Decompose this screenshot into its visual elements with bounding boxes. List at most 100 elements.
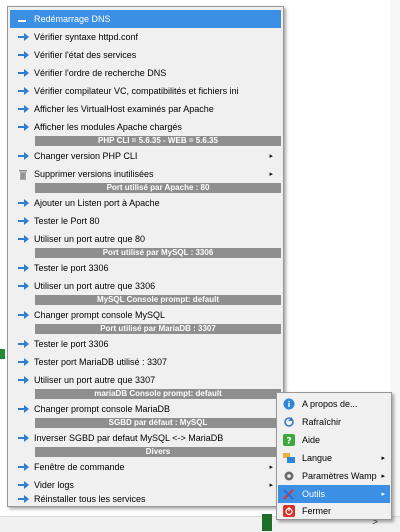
menu-item-label: Fenêtre de commande xyxy=(34,462,125,472)
submenu-arrow-icon: ▸ xyxy=(269,153,273,160)
menu-item-label: Tester port MariaDB utilisé : 3307 xyxy=(34,357,168,367)
tray-item-fermer[interactable]: Fermer xyxy=(278,503,390,518)
submenu-arrow-icon: ▸ xyxy=(269,482,273,489)
section-header-divers: Divers xyxy=(35,447,281,457)
menu-item-label: Afficher les modules Apache chargés xyxy=(34,122,182,132)
tray-item-label: Outils xyxy=(302,489,326,499)
arrow-icon xyxy=(16,51,30,59)
menu-item-label: Inverser SGBD par defaut MySQL <-> Maria… xyxy=(34,433,224,443)
menu-item-verifier-syntaxe[interactable]: Vérifier syntaxe httpd.conf xyxy=(10,28,281,46)
arrow-icon xyxy=(16,405,30,413)
arrow-icon xyxy=(16,87,30,95)
taskbar-app-indicator[interactable] xyxy=(262,514,272,531)
arrow-icon xyxy=(16,152,30,160)
menu-item-tester-port-3306[interactable]: Tester le port 3306 xyxy=(10,259,281,277)
tray-item-langue[interactable]: Langue ▸ xyxy=(278,449,390,467)
menu-item-reinstaller-services[interactable]: Réinstaller tous les services xyxy=(10,494,281,504)
arrow-icon xyxy=(16,199,30,207)
trash-icon xyxy=(16,169,30,180)
arrow-icon xyxy=(16,235,30,243)
menu-item-verifier-compilateur[interactable]: Vérifier compilateur VC, compatibilités … xyxy=(10,82,281,100)
section-header-mariadb-prompt: mariaDB Console prompt: default xyxy=(35,389,281,399)
arrow-icon xyxy=(16,217,30,225)
menu-item-label: Vérifier compilateur VC, compatibilités … xyxy=(34,86,239,96)
menu-item-ajouter-listen[interactable]: Ajouter un Listen port à Apache xyxy=(10,194,281,212)
menu-item-vider-logs[interactable]: Vider logs ▸ xyxy=(10,476,281,494)
menu-item-label: Redémarrage DNS xyxy=(34,14,111,24)
menu-item-tester-port-3306-mariadb[interactable]: Tester le port 3306 xyxy=(10,335,281,353)
menu-item-label: Afficher les VirtualHost examinés par Ap… xyxy=(34,104,214,114)
menu-item-redemarrage-dns[interactable]: Redémarrage DNS xyxy=(10,10,281,28)
menu-item-afficher-modules[interactable]: Afficher les modules Apache chargés xyxy=(10,118,281,136)
section-header-php: PHP CLI = 5.6.35 - WEB = 5.6.35 xyxy=(35,136,281,146)
settings-icon xyxy=(282,470,296,482)
menu-item-tester-port-80[interactable]: Tester le Port 80 xyxy=(10,212,281,230)
menu-item-label: Changer version PHP CLI xyxy=(34,151,138,161)
tray-item-rafraichir[interactable]: Rafraîchir xyxy=(278,413,390,431)
submenu-arrow-icon: ▸ xyxy=(269,464,273,471)
tray-item-label: Aide xyxy=(302,435,321,445)
arrow-icon xyxy=(16,340,30,348)
arrow-icon xyxy=(16,69,30,77)
submenu-arrow-icon: ▸ xyxy=(381,473,385,480)
help-icon: ? xyxy=(282,434,296,446)
menu-item-label: Vider logs xyxy=(34,480,74,490)
tray-item-label: Langue xyxy=(302,453,333,463)
menu-item-label: Vérifier l'état des services xyxy=(34,50,137,60)
submenu-arrow-icon: ▸ xyxy=(381,491,385,498)
tray-context-menu: A propos de... Rafraîchir ? Aide Langue … xyxy=(276,392,392,520)
arrow-icon xyxy=(16,15,30,23)
menu-item-label: Supprimer versions inutilisées xyxy=(34,169,154,179)
menu-item-utiliser-port-80[interactable]: Utiliser un port autre que 80 xyxy=(10,230,281,248)
arrow-icon xyxy=(16,376,30,384)
arrow-icon xyxy=(16,33,30,41)
arrow-icon xyxy=(16,495,30,503)
menu-item-label: Ajouter un Listen port à Apache xyxy=(34,198,160,208)
tray-item-aide[interactable]: ? Aide xyxy=(278,431,390,449)
submenu-arrow-icon: ▸ xyxy=(269,171,273,178)
arrow-icon xyxy=(16,434,30,442)
language-icon xyxy=(282,452,296,464)
menu-item-verifier-dns[interactable]: Vérifier l'ordre de recherche DNS xyxy=(10,64,281,82)
arrow-icon xyxy=(16,481,30,489)
tray-item-parametres[interactable]: Paramètres Wamp ▸ xyxy=(278,467,390,485)
arrow-icon xyxy=(16,123,30,131)
tools-icon xyxy=(282,488,296,500)
tools-submenu: Redémarrage DNS Vérifier syntaxe httpd.c… xyxy=(7,6,284,507)
section-header-mysql-port: Port utilisé par MySQL : 3306 xyxy=(35,248,281,258)
submenu-arrow-icon: ▸ xyxy=(381,455,385,462)
arrow-icon xyxy=(16,282,30,290)
section-header-mysql-prompt: MySQL Console prompt: default xyxy=(35,295,281,305)
tray-item-label: Fermer xyxy=(302,505,331,516)
menu-item-changer-prompt-mysql[interactable]: Changer prompt console MySQL xyxy=(10,306,281,324)
menu-item-changer-php-cli[interactable]: Changer version PHP CLI ▸ xyxy=(10,147,281,165)
menu-item-tester-port-mariadb[interactable]: Tester port MariaDB utilisé : 3307 xyxy=(10,353,281,371)
section-header-sgbd: SGBD par défaut : MySQL xyxy=(35,418,281,428)
menu-item-afficher-virtualhost[interactable]: Afficher les VirtualHost examinés par Ap… xyxy=(10,100,281,118)
menu-item-changer-prompt-mariadb[interactable]: Changer prompt console MariaDB xyxy=(10,400,281,418)
arrow-icon xyxy=(16,105,30,113)
arrow-icon xyxy=(16,358,30,366)
menu-item-label: Réinstaller tous les services xyxy=(34,494,146,504)
menu-item-label: Tester le port 3306 xyxy=(34,339,109,349)
menu-item-inverser-sgbd[interactable]: Inverser SGBD par defaut MySQL <-> Maria… xyxy=(10,429,281,447)
arrow-icon xyxy=(16,311,30,319)
menu-item-label: Utiliser un port autre que 3306 xyxy=(34,281,156,291)
section-header-mariadb-port: Port utilisé par MariaDB : 3307 xyxy=(35,324,281,334)
menu-item-utiliser-port-3306[interactable]: Utiliser un port autre que 3306 xyxy=(10,277,281,295)
tray-item-outils[interactable]: Outils ▸ xyxy=(278,485,390,503)
menu-item-verifier-etat[interactable]: Vérifier l'état des services xyxy=(10,46,281,64)
power-icon xyxy=(282,504,296,517)
tray-item-a-propos[interactable]: A propos de... xyxy=(278,395,390,413)
background-window-edge xyxy=(0,349,5,359)
menu-item-label: Utiliser un port autre que 3307 xyxy=(34,375,156,385)
arrow-icon xyxy=(16,264,30,272)
menu-item-utiliser-port-3307[interactable]: Utiliser un port autre que 3307 xyxy=(10,371,281,389)
menu-item-fenetre-commande[interactable]: Fenêtre de commande ▸ xyxy=(10,458,281,476)
menu-item-supprimer-versions[interactable]: Supprimer versions inutilisées ▸ xyxy=(10,165,281,183)
menu-item-label: Utiliser un port autre que 80 xyxy=(34,234,146,244)
arrow-icon xyxy=(16,463,30,471)
menu-item-label: Vérifier syntaxe httpd.conf xyxy=(34,32,139,42)
info-icon xyxy=(282,398,296,410)
menu-item-label: Changer prompt console MariaDB xyxy=(34,404,171,414)
